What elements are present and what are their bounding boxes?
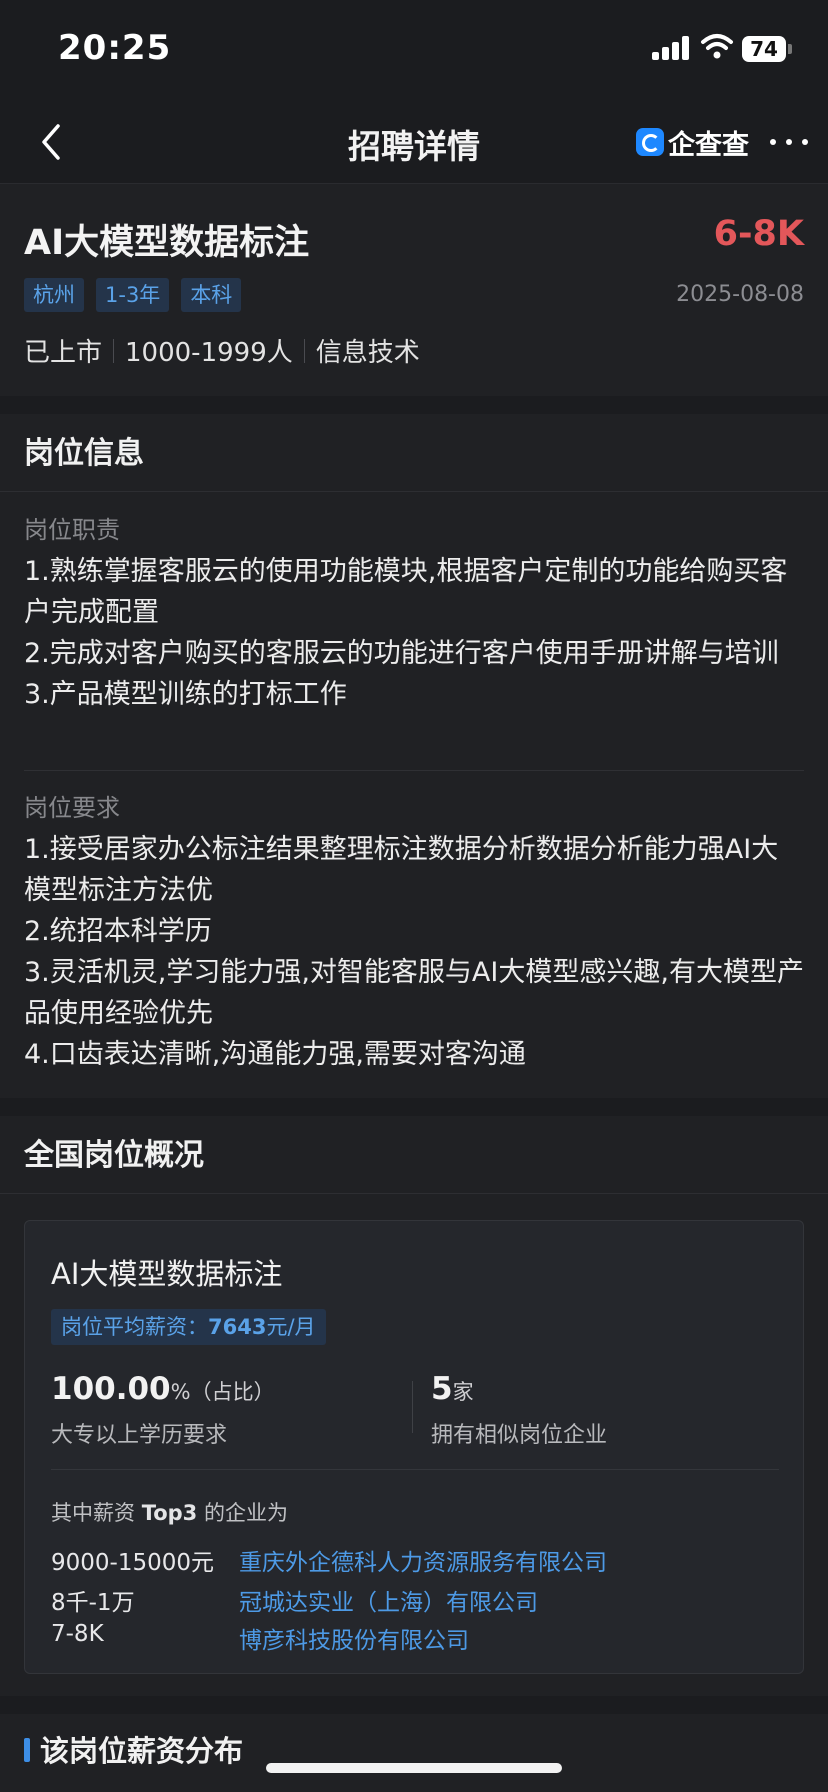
top-company-row: 8千-1万 冠城达实业（上海）有限公司 <box>51 1583 538 1619</box>
average-salary-badge: 岗位平均薪资：7643元/月 <box>51 1309 326 1345</box>
top3-bold: Top3 <box>141 1501 198 1525</box>
top3-title: 其中薪资 Top3 的企业为 <box>51 1497 288 1527</box>
section-title: 全国岗位概况 <box>0 1116 828 1194</box>
battery-tip <box>788 44 792 54</box>
salary-distribution-section: 该岗位薪资分布 <box>0 1714 828 1792</box>
qichacha-logo-icon <box>636 128 664 156</box>
post-date: 2025-08-08 <box>676 282 804 307</box>
industry: 信息技术 <box>315 338 420 368</box>
job-salary: 6-8K <box>713 214 804 254</box>
company-meta: 已上市 1000-1999人 信息技术 <box>24 332 420 369</box>
meta-divider <box>113 338 115 363</box>
education-percent: 100.00 <box>51 1371 171 1407</box>
avg-salary-value: 7643 <box>208 1315 267 1339</box>
listing-status: 已上市 <box>24 338 103 368</box>
more-options-icon[interactable] <box>770 134 810 150</box>
duty-label: 岗位职责 <box>24 516 120 544</box>
education-percent-unit: %（占比） <box>170 1380 275 1404</box>
top-company-link[interactable]: 博彦科技股份有限公司 <box>239 1621 469 1657</box>
divider <box>24 770 804 771</box>
similar-companies-stat: 5家 拥有相似岗位企业 <box>431 1371 607 1449</box>
duty-item: 1.熟练掌握客服云的使用功能模块,根据客户定制的功能给购买客户完成配置 <box>24 556 788 628</box>
divider <box>51 1469 779 1470</box>
company-size: 1000-1999人 <box>125 338 293 368</box>
similar-company-unit: 家 <box>452 1380 474 1404</box>
stat-divider <box>412 1381 413 1433</box>
qichacha-link[interactable]: 企查查 <box>636 124 749 161</box>
section-accent-bar <box>24 1738 30 1762</box>
job-summary: AI大模型数据标注 6-8K 杭州 1-3年 本科 2025-08-08 已上市… <box>0 184 828 396</box>
cellular-signal-icon <box>652 36 692 60</box>
duty-item: 2.完成对客户购买的客服云的功能进行客户使用手册讲解与培训 <box>24 638 779 669</box>
top-company-salary: 9000-15000元 <box>51 1550 214 1576</box>
tag-city: 杭州 <box>24 278 84 312</box>
meta-divider <box>303 338 305 363</box>
section-title: 岗位信息 <box>0 414 828 492</box>
battery-icon: 74 <box>742 36 786 62</box>
education-stat: 100.00%（占比） 大专以上学历要求 <box>51 1371 275 1449</box>
education-stat-label: 大专以上学历要求 <box>51 1423 228 1448</box>
requirement-item: 2.统招本科学历 <box>24 916 212 947</box>
job-title: AI大模型数据标注 <box>24 223 310 263</box>
national-overview-section: 全国岗位概况 AI大模型数据标注 岗位平均薪资：7643元/月 100.00%（… <box>0 1116 828 1696</box>
status-time: 20:25 <box>58 28 172 68</box>
job-tags: 杭州 1-3年 本科 <box>24 278 242 312</box>
top-company-row: 9000-15000元 重庆外企德科人力资源服务有限公司 <box>51 1543 607 1579</box>
qichacha-label: 企查查 <box>668 129 749 161</box>
requirement-item: 1.接受居家办公标注结果整理标注数据分析数据分析能力强AI大模型标注方法优 <box>24 834 779 906</box>
similar-company-count: 5 <box>431 1371 453 1407</box>
requirement-block: 岗位要求 1.接受居家办公标注结果整理标注数据分析数据分析能力强AI大模型标注方… <box>24 788 804 1075</box>
nav-bar: 招聘详情 企查查 <box>0 100 828 184</box>
avg-salary-unit: 元/月 <box>266 1315 316 1339</box>
top-company-salary: 7-8K <box>51 1621 104 1647</box>
duty-item: 3.产品模型训练的打标工作 <box>24 679 347 710</box>
requirement-label: 岗位要求 <box>24 794 120 822</box>
status-bar: 20:25 74 <box>0 0 828 100</box>
tag-experience: 1-3年 <box>96 278 170 312</box>
duty-block: 岗位职责 1.熟练掌握客服云的使用功能模块,根据客户定制的功能给购买客户完成配置… <box>24 510 804 715</box>
top-company-row: 7-8K 博彦科技股份有限公司 <box>51 1621 469 1657</box>
top3-prefix: 其中薪资 <box>51 1501 142 1525</box>
requirement-item: 3.灵活机灵,学习能力强,对智能客服与AI大模型感兴趣,有大模型产品使用经验优先 <box>24 957 804 1029</box>
top-company-link[interactable]: 冠城达实业（上海）有限公司 <box>239 1583 538 1619</box>
home-indicator[interactable] <box>266 1763 562 1773</box>
similar-companies-label: 拥有相似岗位企业 <box>431 1423 608 1448</box>
top-company-link[interactable]: 重庆外企德科人力资源服务有限公司 <box>239 1543 607 1579</box>
wifi-icon <box>701 34 733 59</box>
top3-suffix: 的企业为 <box>197 1501 288 1525</box>
section-title: 该岗位薪资分布 <box>40 1734 244 1768</box>
position-info-section: 岗位信息 岗位职责 1.熟练掌握客服云的使用功能模块,根据客户定制的功能给购买客… <box>0 414 828 1098</box>
tag-education: 本科 <box>181 278 242 312</box>
overview-job-title: AI大模型数据标注 <box>51 1257 283 1291</box>
avg-salary-label: 岗位平均薪资： <box>61 1315 208 1339</box>
requirement-item: 4.口齿表达清晰,沟通能力强,需要对客沟通 <box>24 1039 526 1070</box>
overview-card: AI大模型数据标注 岗位平均薪资：7643元/月 100.00%（占比） 大专以… <box>24 1220 804 1674</box>
top-company-salary: 8千-1万 <box>51 1590 135 1616</box>
